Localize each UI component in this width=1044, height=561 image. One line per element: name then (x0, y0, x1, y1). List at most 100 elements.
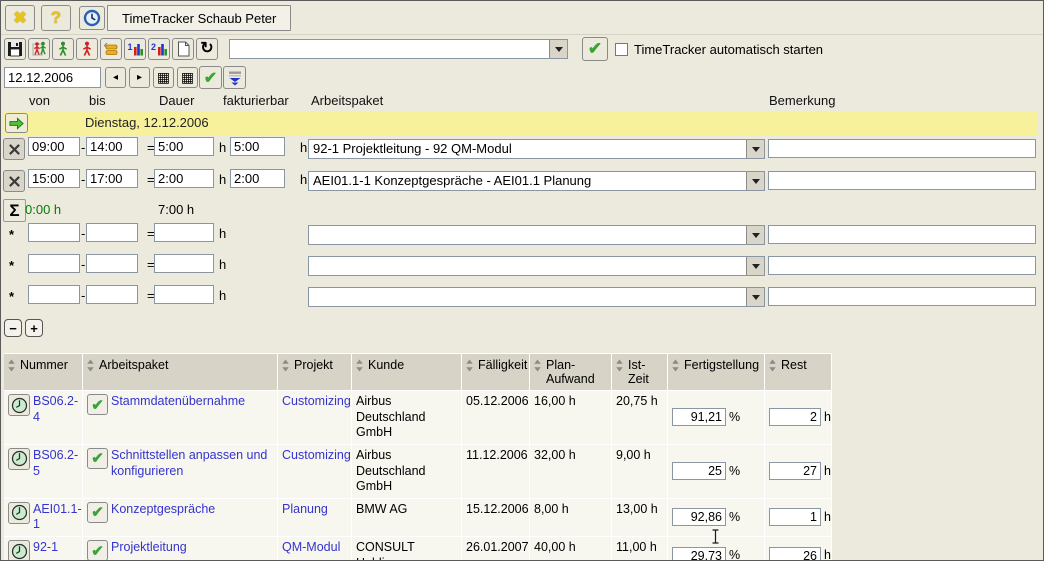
dropdown-arrow-icon[interactable] (746, 257, 764, 275)
report1-button[interactable]: 1 (124, 38, 146, 60)
start-timer-button[interactable] (8, 540, 30, 561)
nummer-link[interactable]: BS06.2-4 (33, 394, 78, 425)
sort-icon[interactable] (768, 359, 777, 372)
arbeitspaket-link[interactable]: Stammdatenübernahme (111, 394, 245, 410)
go-day-button[interactable] (5, 113, 28, 133)
von-input[interactable] (28, 169, 80, 188)
start-timer-button[interactable] (8, 502, 30, 524)
nummer-link[interactable]: AEI01.1-1 (33, 502, 82, 533)
delete-entry-button[interactable] (3, 138, 25, 160)
save-button[interactable] (4, 38, 26, 60)
nummer-link[interactable]: BS06.2-5 (33, 448, 78, 479)
bis-input[interactable] (86, 223, 138, 242)
fertigstellung-input[interactable] (672, 547, 726, 561)
done-check-button[interactable]: ✔ (87, 540, 108, 561)
fakturierbar-input[interactable] (230, 137, 285, 156)
done-check-button[interactable]: ✔ (87, 448, 108, 469)
dropdown-arrow-icon[interactable] (746, 226, 764, 244)
bemerkung-input[interactable] (768, 256, 1036, 275)
von-input[interactable] (28, 285, 80, 304)
bemerkung-input[interactable] (768, 139, 1036, 158)
dauer-input[interactable] (154, 169, 214, 188)
dauer-input[interactable] (154, 137, 214, 156)
von-input[interactable] (28, 137, 80, 156)
arbeitspaket-dropdown[interactable] (308, 225, 765, 245)
done-check-button[interactable]: ✔ (87, 502, 108, 523)
sort-icon[interactable] (281, 359, 290, 372)
remove-row-button[interactable]: − (4, 319, 22, 337)
sort-icon[interactable] (465, 359, 474, 372)
rest-input[interactable] (769, 462, 821, 480)
hours-unit: h (300, 140, 307, 155)
dropdown-arrow-icon[interactable] (549, 40, 567, 58)
projekt-link[interactable]: Customizing (282, 448, 351, 462)
sort-icon[interactable] (355, 359, 364, 372)
autostart-checkbox[interactable] (615, 43, 628, 56)
confirm-task-button[interactable]: ✔ (582, 37, 608, 61)
refresh-button[interactable]: ↻ (196, 38, 218, 60)
arbeitspaket-dropdown[interactable] (308, 256, 765, 276)
dropdown-arrow-icon[interactable] (746, 140, 764, 158)
close-button[interactable]: ✖ (5, 5, 35, 31)
previous-day-button[interactable]: ◂ (105, 67, 126, 88)
sort-icon[interactable] (86, 359, 95, 372)
dropdown-arrow-icon[interactable] (746, 172, 764, 190)
col-bemerkung: Bemerkung (769, 93, 835, 108)
projekt-link[interactable]: Customizing (282, 394, 351, 408)
dropdown-arrow-icon[interactable] (746, 288, 764, 306)
bemerkung-input[interactable] (768, 225, 1036, 244)
dauer-input[interactable] (154, 285, 214, 304)
bis-input[interactable] (86, 254, 138, 273)
arbeitspaket-link[interactable]: Projektleitung (111, 540, 187, 556)
stopwatch-icon (11, 397, 28, 414)
arbeitspaket-link[interactable]: Schnittstellen anpassen und konfiguriere… (111, 448, 273, 479)
help-button[interactable]: ? (41, 5, 71, 31)
rest-input[interactable] (769, 547, 821, 561)
confirm-date-button[interactable]: ✔ (199, 66, 222, 89)
sort-icon[interactable] (7, 359, 16, 372)
bis-input[interactable] (86, 285, 138, 304)
next-day-button[interactable]: ▸ (129, 67, 150, 88)
add-row-button[interactable]: + (25, 319, 43, 337)
new-entry-button[interactable] (172, 38, 194, 60)
rest-input[interactable] (769, 408, 821, 426)
report2-button[interactable]: 2 (148, 38, 170, 60)
bis-input[interactable] (86, 169, 138, 188)
app-clock-button[interactable] (79, 6, 105, 30)
sort-icon[interactable] (615, 359, 624, 372)
fakturierbar-input[interactable] (230, 169, 285, 188)
check-out-button[interactable] (76, 38, 98, 60)
sort-icon[interactable] (671, 359, 680, 372)
fertigstellung-input[interactable] (672, 462, 726, 480)
checkinout-all-button[interactable] (28, 38, 50, 60)
sort-icon[interactable] (533, 359, 542, 372)
rest-input[interactable] (769, 508, 821, 526)
fertigstellung-input[interactable] (672, 508, 726, 526)
projekt-link[interactable]: QM-Modul (282, 540, 340, 554)
calendar-week-button[interactable]: ▦ (177, 67, 198, 88)
projekt-link[interactable]: Planung (282, 502, 328, 516)
calendar-button[interactable]: ▦ (153, 67, 174, 88)
arbeitspaket-link[interactable]: Konzeptgespräche (111, 502, 215, 518)
date-input[interactable] (4, 67, 101, 88)
fertigstellung-input[interactable] (672, 408, 726, 426)
arbeitspaket-dropdown[interactable]: 92-1 Projektleitung - 92 QM-Modul (308, 139, 765, 159)
arbeitspaket-dropdown[interactable]: AEI01.1-1 Konzeptgespräche - AEI01.1 Pla… (308, 171, 765, 191)
bemerkung-input[interactable] (768, 287, 1036, 306)
arbeitspaket-dropdown[interactable] (308, 287, 765, 307)
task-list-button[interactable] (100, 38, 122, 60)
collapse-button[interactable] (223, 66, 246, 89)
done-check-button[interactable]: ✔ (87, 394, 108, 415)
start-timer-button[interactable] (8, 394, 30, 416)
dauer-input[interactable] (154, 223, 214, 242)
bemerkung-input[interactable] (768, 171, 1036, 190)
bis-input[interactable] (86, 137, 138, 156)
dauer-input[interactable] (154, 254, 214, 273)
start-timer-button[interactable] (8, 448, 30, 470)
task-quick-dropdown[interactable] (229, 39, 568, 59)
von-input[interactable] (28, 254, 80, 273)
check-in-button[interactable] (52, 38, 74, 60)
delete-entry-button[interactable] (3, 170, 25, 192)
nummer-link[interactable]: 92-1 (33, 540, 58, 556)
von-input[interactable] (28, 223, 80, 242)
